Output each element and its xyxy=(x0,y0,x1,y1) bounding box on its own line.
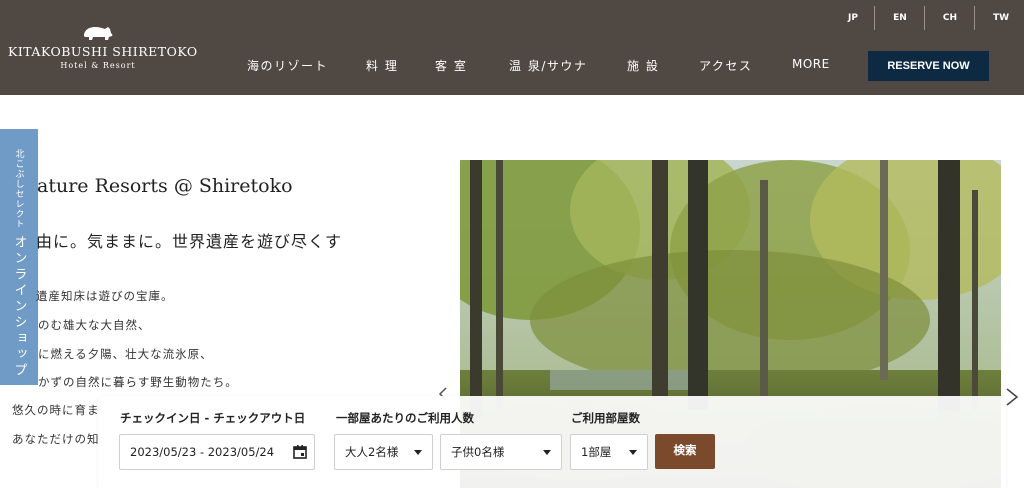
hero-paragraph-line: 遺産知床は遊びの宝庫。 xyxy=(36,289,174,303)
calendar-icon[interactable] xyxy=(292,444,308,460)
lang-jp[interactable]: JP xyxy=(840,6,866,30)
site-header: KITAKOBUSHI SHIRETOKO Hotel & Resort JP … xyxy=(0,0,1024,95)
nav-onsen-sauna[interactable]: 温 泉/サウナ xyxy=(509,57,587,74)
lang-ch[interactable]: CH xyxy=(937,6,963,30)
adults-value: 大人2名様 xyxy=(345,445,399,459)
rooms-value: 1部屋 xyxy=(581,445,612,459)
nav-access[interactable]: アクセス xyxy=(699,57,752,74)
hero-paragraph-line: 悠久の時に育ま xyxy=(12,403,100,417)
nav-facilities[interactable]: 施 設 xyxy=(627,57,659,74)
adults-select[interactable]: 大人2名様 xyxy=(334,434,433,470)
lang-tw[interactable]: TW xyxy=(988,6,1014,30)
search-button[interactable]: 検索 xyxy=(655,434,715,469)
hotel-logo[interactable]: KITAKOBUSHI SHIRETOKO Hotel & Resort xyxy=(8,24,198,70)
online-shop-tab-label: オンラインショップ xyxy=(11,235,27,379)
chevron-down-icon xyxy=(543,450,551,455)
rooms-select[interactable]: 1部屋 xyxy=(570,434,648,470)
date-range-value: 2023/05/23 - 2023/05/24 xyxy=(130,445,275,459)
children-value: 子供0名様 xyxy=(451,445,505,459)
logo-subtitle: Hotel & Resort xyxy=(60,61,136,70)
logo-title: KITAKOBUSHI SHIRETOKO xyxy=(8,44,198,59)
date-range-field[interactable]: 2023/05/23 - 2023/05/24 xyxy=(119,434,315,470)
hero-subtitle: 由に。気ままに。世界遺産を遊び尽くす xyxy=(36,232,343,251)
booking-panel: チェックイン日 - チェックアウト日 一部屋あたりのご利用人数 ご利用部屋数 2… xyxy=(98,396,1006,488)
nav-rooms[interactable]: 客 室 xyxy=(435,57,467,74)
chevron-down-icon xyxy=(414,450,422,455)
hero-paragraph-line: に燃える夕陽、壮大な流氷原、 xyxy=(38,347,213,361)
hero-title: ature Resorts @ Shiretoko xyxy=(37,175,293,197)
nav-cuisine[interactable]: 料 理 xyxy=(366,57,398,74)
hero-paragraph-line: のむ雄大な大自然、 xyxy=(38,318,151,332)
lang-divider xyxy=(874,6,875,30)
reserve-now-button[interactable]: RESERVE NOW xyxy=(868,51,989,81)
dates-label: チェックイン日 - チェックアウト日 xyxy=(120,411,306,425)
guests-label: 一部屋あたりのご利用人数 xyxy=(336,411,474,425)
nav-more[interactable]: MORE xyxy=(792,57,830,71)
hero-paragraph-line: かずの自然に暮らす野生動物たち。 xyxy=(38,375,238,389)
online-shop-tab-small: 北こぶしセレクト xyxy=(13,149,24,229)
rooms-label: ご利用部屋数 xyxy=(571,411,640,425)
chevron-down-icon xyxy=(629,450,637,455)
children-select[interactable]: 子供0名様 xyxy=(440,434,562,470)
lang-en[interactable]: EN xyxy=(887,6,913,30)
nav-sea-resort[interactable]: 海のリゾート xyxy=(247,57,328,74)
bear-logo-icon xyxy=(84,27,113,40)
hero-paragraph-line: あなただけの知 xyxy=(12,432,100,446)
lang-divider xyxy=(974,6,975,30)
online-shop-tab[interactable]: 北こぶしセレクト オンラインショップ xyxy=(0,129,38,385)
lang-divider xyxy=(924,6,925,30)
